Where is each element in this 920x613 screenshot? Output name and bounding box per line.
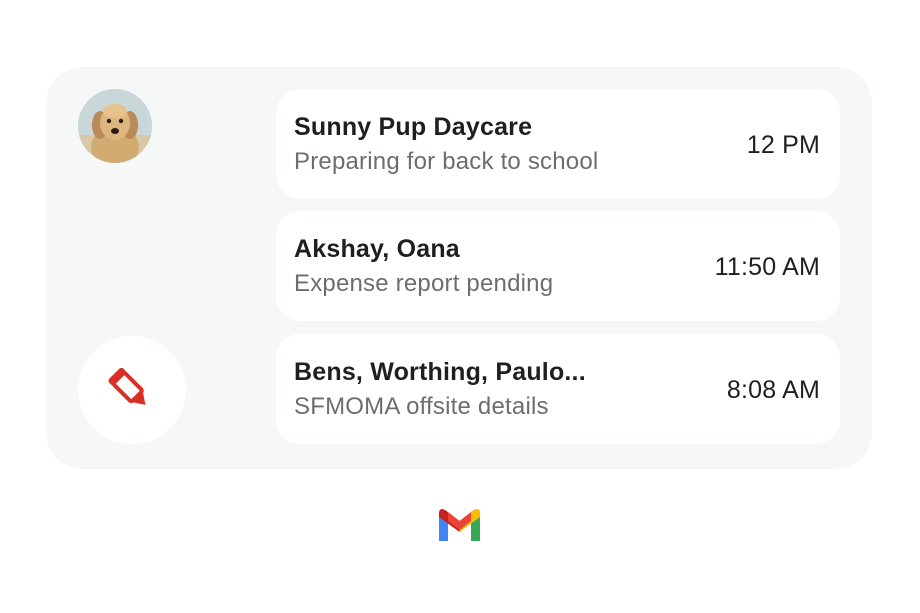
thread-sender: Akshay, Oana [294, 235, 460, 263]
dog-avatar-icon [78, 89, 152, 163]
thread-time: 8:08 AM [726, 376, 820, 404]
thread-item[interactable]: Akshay, Oana Expense report pending 11:5… [276, 211, 840, 321]
account-avatar[interactable] [78, 89, 152, 163]
gmail-logo-icon [436, 505, 483, 541]
thread-time: 11:50 AM [714, 253, 820, 281]
thread-sender: Bens, Worthing, Paulo... [294, 358, 586, 386]
thread-time: 12 PM [746, 131, 820, 159]
compose-button[interactable] [78, 336, 186, 444]
thread-snippet: Expense report pending [294, 270, 554, 297]
thread-snippet: SFMOMA offsite details [294, 393, 549, 420]
pencil-icon [108, 367, 146, 405]
thread-item[interactable]: Bens, Worthing, Paulo... SFMOMA offsite … [276, 334, 840, 444]
thread-item[interactable]: Sunny Pup Daycare Preparing for back to … [276, 89, 840, 199]
thread-sender: Sunny Pup Daycare [294, 113, 533, 141]
thread-snippet: Preparing for back to school [294, 148, 599, 175]
